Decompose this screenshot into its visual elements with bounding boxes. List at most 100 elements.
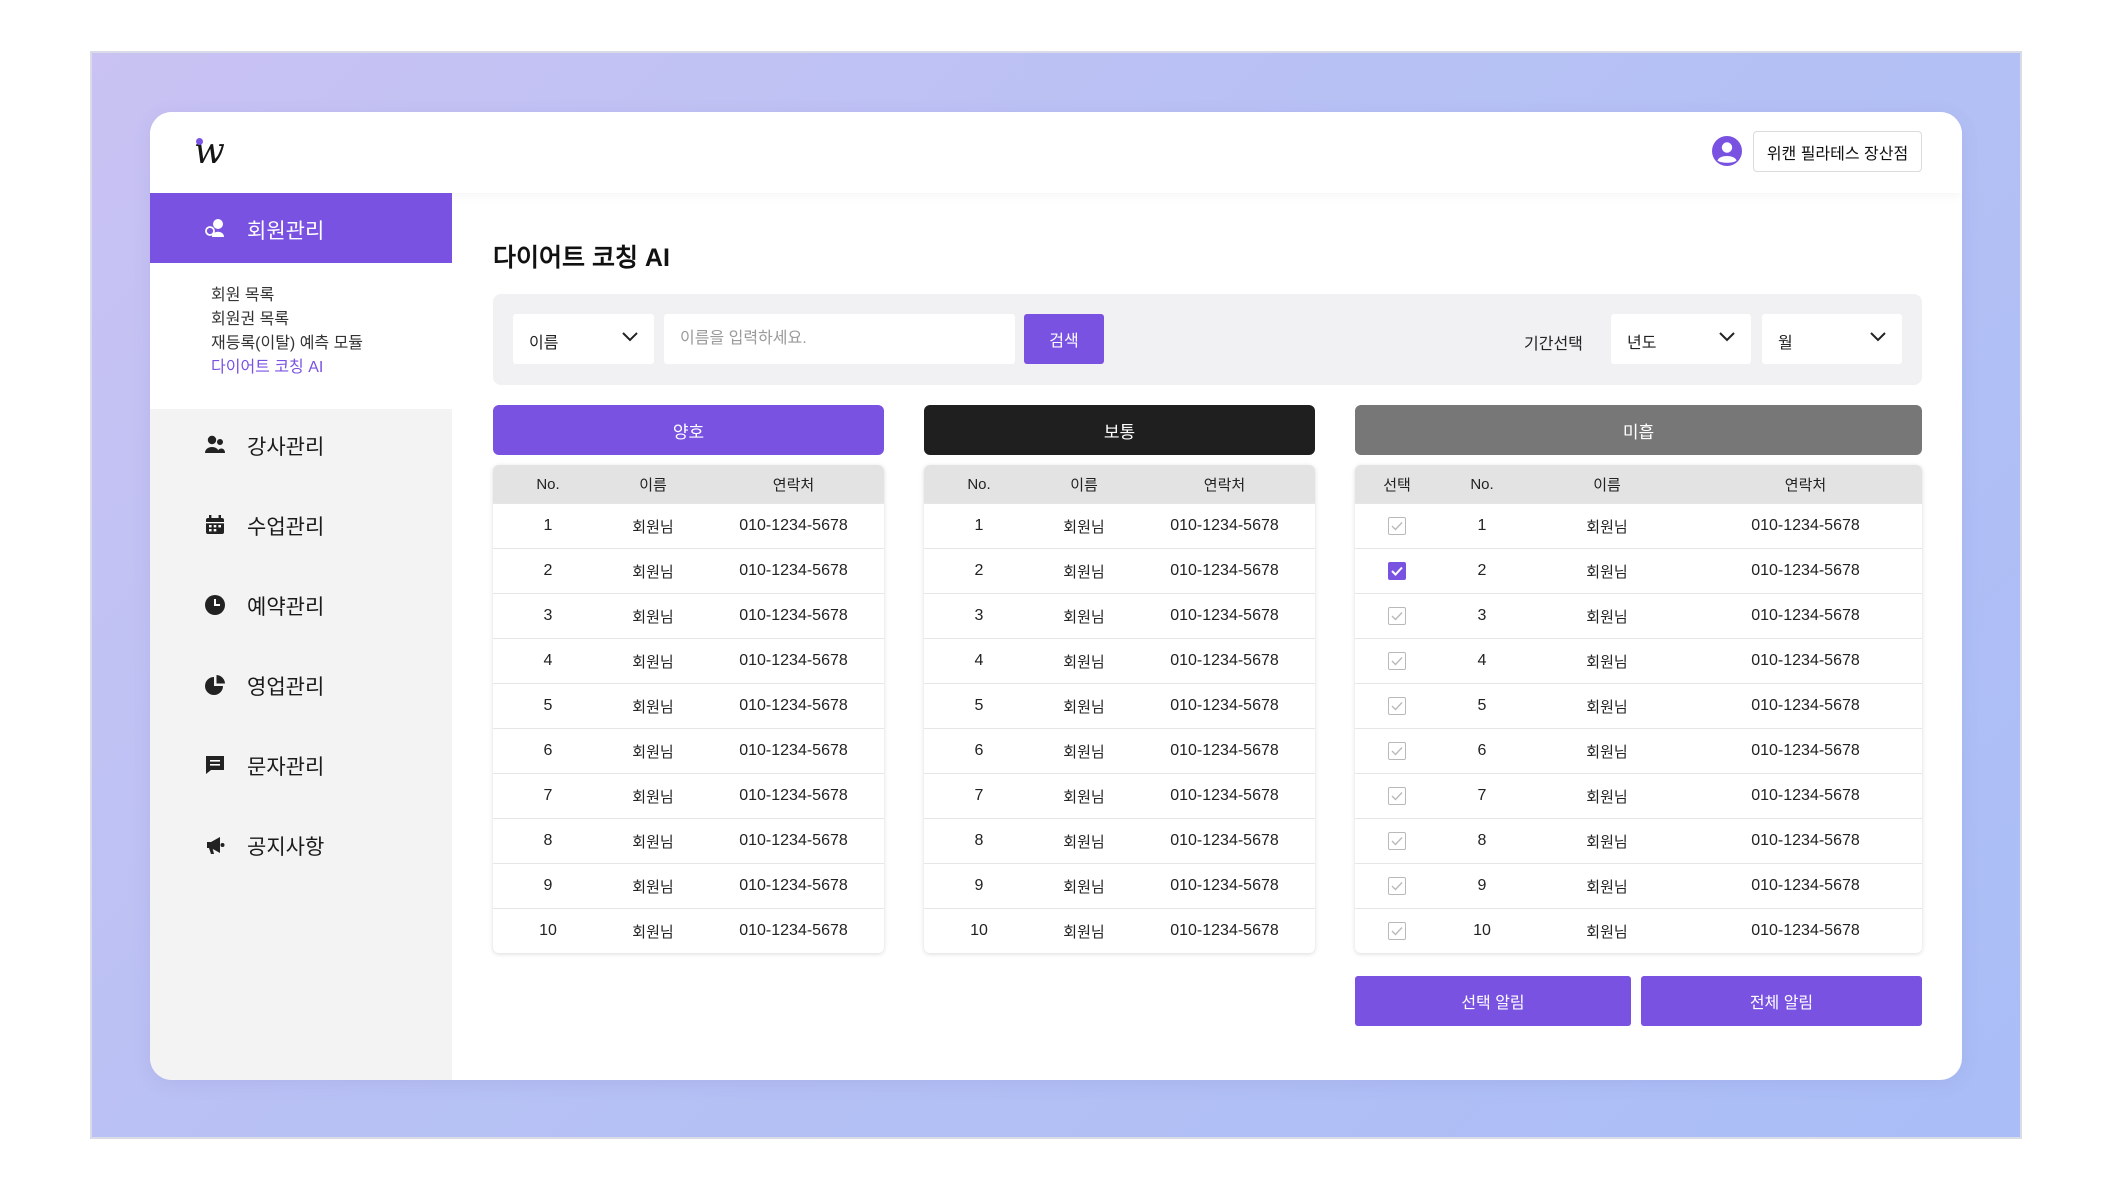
chevron-down-icon xyxy=(1719,332,1735,342)
row-phone: 010-1234-5678 xyxy=(1170,562,1279,579)
table-row[interactable]: 7 회원님 010-1234-5678 xyxy=(924,773,1315,818)
page-title: 다이어트 코칭 AI xyxy=(493,244,670,272)
row-name: 회원님 xyxy=(1586,923,1628,941)
search-input[interactable] xyxy=(664,314,1015,364)
submenu-churn-prediction[interactable]: 재등록(이탈) 예측 모듈 xyxy=(211,329,363,353)
group-header-good[interactable]: 양호 xyxy=(493,405,884,455)
row-checkbox[interactable] xyxy=(1388,877,1406,895)
table-row[interactable]: 1 회원님 010-1234-5678 xyxy=(493,503,884,548)
row-checkbox[interactable] xyxy=(1388,517,1406,535)
table-row[interactable]: 4 회원님 010-1234-5678 xyxy=(1355,638,1922,683)
row-checkbox[interactable] xyxy=(1388,922,1406,940)
table-row[interactable]: 9 회원님 010-1234-5678 xyxy=(1355,863,1922,908)
year-select[interactable]: 년도 xyxy=(1611,314,1751,364)
table-row[interactable]: 9 회원님 010-1234-5678 xyxy=(493,863,884,908)
row-phone: 010-1234-5678 xyxy=(1170,877,1279,894)
col-no: No. xyxy=(967,475,991,493)
table-row[interactable]: 10 회원님 010-1234-5678 xyxy=(1355,908,1922,953)
all-notify-button[interactable]: 전체 알림 xyxy=(1641,976,1922,1026)
select-cell xyxy=(1355,909,1439,953)
row-phone: 010-1234-5678 xyxy=(739,787,848,804)
select-notify-button[interactable]: 선택 알림 xyxy=(1355,976,1631,1026)
submenu-diet-coaching-ai[interactable]: 다이어트 코칭 AI xyxy=(211,353,323,377)
check-icon xyxy=(1391,522,1403,531)
members-table-poor: 선택 No. 이름 연락처 1 회원님 010-1234-5678 2 회원님 010-1… xyxy=(1355,465,1922,953)
search-field-select[interactable]: 이름 xyxy=(513,314,654,364)
submenu-membership-list[interactable]: 회원권 목록 xyxy=(211,305,289,329)
row-name: 회원님 xyxy=(1586,833,1628,851)
row-no: 4 xyxy=(974,652,984,669)
table-row[interactable]: 3 회원님 010-1234-5678 xyxy=(1355,593,1922,638)
col-select: 선택 xyxy=(1383,476,1411,494)
row-phone: 010-1234-5678 xyxy=(739,922,848,939)
sidebar-item-reservations[interactable]: 예약관리 xyxy=(150,581,452,631)
store-name-button[interactable]: 위캔 필라테스 장산점 xyxy=(1753,131,1922,172)
table-row[interactable]: 1 회원님 010-1234-5678 xyxy=(1355,503,1922,548)
sidebar-item-sales[interactable]: 영업관리 xyxy=(150,661,452,711)
table-row[interactable]: 3 회원님 010-1234-5678 xyxy=(924,593,1315,638)
row-name: 회원님 xyxy=(1063,653,1105,671)
table-row[interactable]: 10 회원님 010-1234-5678 xyxy=(493,908,884,953)
row-phone: 010-1234-5678 xyxy=(1751,787,1860,804)
table-header: No. 이름 연락처 xyxy=(924,465,1315,503)
row-name: 회원님 xyxy=(1586,563,1628,581)
submenu-member-list[interactable]: 회원 목록 xyxy=(211,281,274,305)
table-row[interactable]: 1 회원님 010-1234-5678 xyxy=(924,503,1315,548)
row-name: 회원님 xyxy=(1063,923,1105,941)
table-row[interactable]: 8 회원님 010-1234-5678 xyxy=(924,818,1315,863)
table-row[interactable]: 10 회원님 010-1234-5678 xyxy=(924,908,1315,953)
table-row[interactable]: 8 회원님 010-1234-5678 xyxy=(1355,818,1922,863)
row-no: 1 xyxy=(543,517,553,534)
table-row[interactable]: 2 회원님 010-1234-5678 xyxy=(493,548,884,593)
row-checkbox[interactable] xyxy=(1388,742,1406,760)
table-row[interactable]: 6 회원님 010-1234-5678 xyxy=(924,728,1315,773)
table-row[interactable]: 7 회원님 010-1234-5678 xyxy=(1355,773,1922,818)
top-header: w 위캔 필라테스 장산점 xyxy=(150,112,1962,193)
check-icon xyxy=(1391,657,1403,666)
row-checkbox[interactable] xyxy=(1388,787,1406,805)
table-row[interactable]: 2 회원님 010-1234-5678 xyxy=(1355,548,1922,593)
filter-bar: 이름 검색 기간선택 년도 월 xyxy=(493,294,1922,385)
table-row[interactable]: 8 회원님 010-1234-5678 xyxy=(493,818,884,863)
search-button[interactable]: 검색 xyxy=(1024,314,1104,364)
table-row[interactable]: 9 회원님 010-1234-5678 xyxy=(924,863,1315,908)
row-phone: 010-1234-5678 xyxy=(739,697,848,714)
sidebar-item-classes[interactable]: 수업관리 xyxy=(150,501,452,551)
sidebar-item-instructors[interactable]: 강사관리 xyxy=(150,421,452,471)
sidebar-item-notices[interactable]: 공지사항 xyxy=(150,821,452,871)
row-checkbox[interactable] xyxy=(1388,697,1406,715)
table-row[interactable]: 3 회원님 010-1234-5678 xyxy=(493,593,884,638)
check-icon xyxy=(1391,747,1403,756)
row-checkbox[interactable] xyxy=(1388,832,1406,850)
sidebar-item-members[interactable]: 회원관리 xyxy=(150,193,452,263)
row-name: 회원님 xyxy=(632,923,674,941)
sidebar-item-messages[interactable]: 문자관리 xyxy=(150,741,452,791)
sidebar-item-label: 공지사항 xyxy=(247,836,325,859)
row-phone: 010-1234-5678 xyxy=(1751,877,1860,894)
row-name: 회원님 xyxy=(1063,743,1105,761)
row-checkbox[interactable] xyxy=(1388,652,1406,670)
group-header-poor[interactable]: 미흡 xyxy=(1355,405,1922,455)
row-no: 6 xyxy=(543,742,553,759)
table-row[interactable]: 7 회원님 010-1234-5678 xyxy=(493,773,884,818)
row-no: 3 xyxy=(543,607,553,624)
select-cell xyxy=(1355,684,1439,728)
table-row[interactable]: 4 회원님 010-1234-5678 xyxy=(493,638,884,683)
month-select[interactable]: 월 xyxy=(1762,314,1902,364)
table-row[interactable]: 4 회원님 010-1234-5678 xyxy=(924,638,1315,683)
row-phone: 010-1234-5678 xyxy=(1751,742,1860,759)
group-header-normal[interactable]: 보통 xyxy=(924,405,1315,455)
table-row[interactable]: 6 회원님 010-1234-5678 xyxy=(1355,728,1922,773)
table-row[interactable]: 6 회원님 010-1234-5678 xyxy=(493,728,884,773)
table-row[interactable]: 5 회원님 010-1234-5678 xyxy=(1355,683,1922,728)
table-row[interactable]: 5 회원님 010-1234-5678 xyxy=(924,683,1315,728)
row-checkbox[interactable] xyxy=(1388,607,1406,625)
table-row[interactable]: 2 회원님 010-1234-5678 xyxy=(924,548,1315,593)
user-avatar-icon[interactable] xyxy=(1711,135,1743,167)
row-no: 7 xyxy=(974,787,984,804)
row-phone: 010-1234-5678 xyxy=(1751,832,1860,849)
table-row[interactable]: 5 회원님 010-1234-5678 xyxy=(493,683,884,728)
row-checkbox[interactable] xyxy=(1388,562,1406,580)
check-icon xyxy=(1391,927,1403,936)
row-phone: 010-1234-5678 xyxy=(1170,697,1279,714)
